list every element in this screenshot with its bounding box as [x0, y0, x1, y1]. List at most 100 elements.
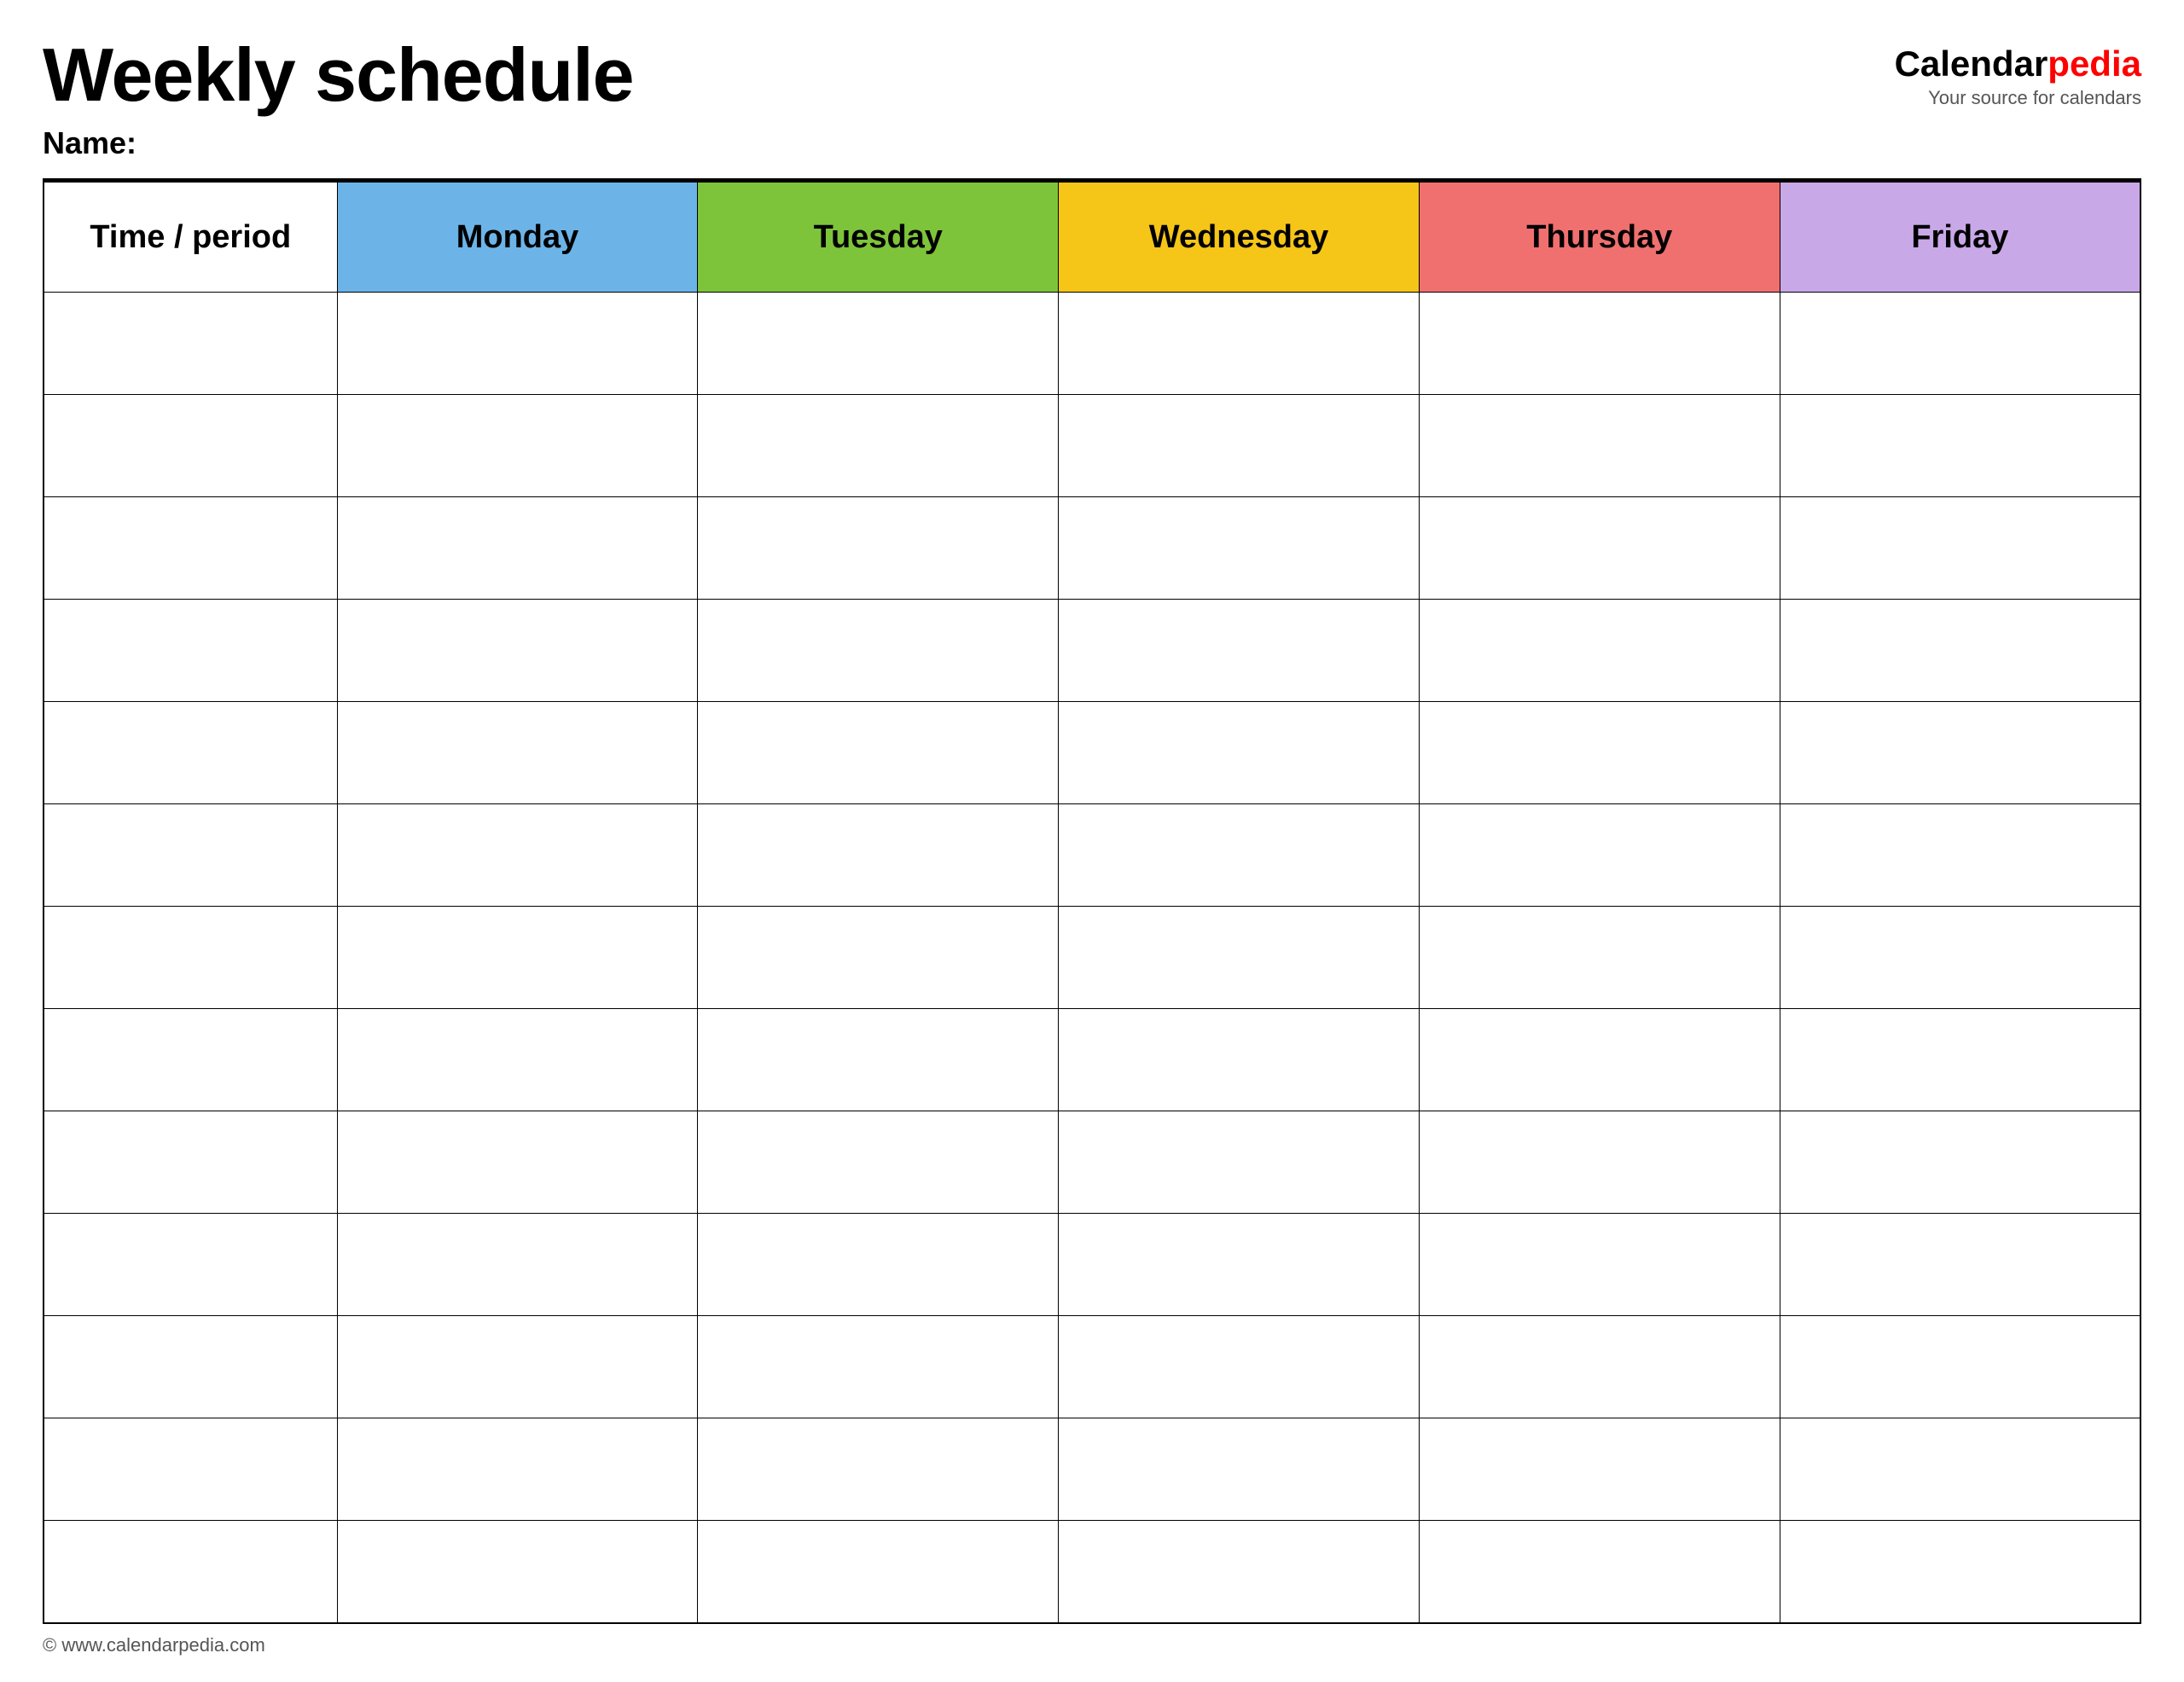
logo-pedia: pedia: [2048, 44, 2141, 84]
table-cell[interactable]: [1419, 395, 1780, 497]
table-row: [44, 600, 2140, 702]
schedule-table: Time / period Monday Tuesday Wednesday T…: [43, 181, 2141, 1624]
table-row: [44, 1111, 2140, 1214]
table-cell[interactable]: [44, 600, 337, 702]
table-cell[interactable]: [1780, 1111, 2140, 1214]
table-cell[interactable]: [1059, 804, 1420, 907]
table-cell[interactable]: [698, 804, 1059, 907]
table-cell[interactable]: [1780, 1316, 2140, 1418]
table-header-row: Time / period Monday Tuesday Wednesday T…: [44, 182, 2140, 293]
table-cell[interactable]: [44, 1418, 337, 1521]
table-cell[interactable]: [698, 907, 1059, 1009]
table-cell[interactable]: [337, 600, 698, 702]
table-cell[interactable]: [1780, 1521, 2140, 1623]
table-cell[interactable]: [44, 1521, 337, 1623]
table-cell[interactable]: [1419, 1316, 1780, 1418]
footer: © www.calendarpedia.com: [43, 1634, 2141, 1656]
table-cell[interactable]: [1419, 497, 1780, 600]
table-cell[interactable]: [698, 1316, 1059, 1418]
table-cell[interactable]: [1780, 293, 2140, 395]
footer-url: © www.calendarpedia.com: [43, 1634, 265, 1656]
table-cell[interactable]: [1780, 907, 2140, 1009]
table-cell[interactable]: [1419, 1214, 1780, 1316]
table-cell[interactable]: [1780, 1214, 2140, 1316]
logo-section: Calendarpedia Your source for calendars: [1895, 34, 2141, 109]
logo-calendar: Calendar: [1895, 44, 2048, 84]
table-cell[interactable]: [337, 1316, 698, 1418]
table-cell[interactable]: [1059, 1521, 1420, 1623]
table-cell[interactable]: [337, 1009, 698, 1111]
table-cell[interactable]: [698, 497, 1059, 600]
table-cell[interactable]: [1059, 497, 1420, 600]
table-cell[interactable]: [1780, 702, 2140, 804]
table-cell[interactable]: [337, 1111, 698, 1214]
table-cell[interactable]: [44, 1111, 337, 1214]
table-cell[interactable]: [698, 293, 1059, 395]
table-row: [44, 804, 2140, 907]
table-cell[interactable]: [44, 804, 337, 907]
table-cell[interactable]: [44, 497, 337, 600]
table-row: [44, 907, 2140, 1009]
col-header-friday: Friday: [1780, 182, 2140, 293]
col-header-time: Time / period: [44, 182, 337, 293]
table-cell[interactable]: [337, 702, 698, 804]
table-cell[interactable]: [698, 1214, 1059, 1316]
table-cell[interactable]: [44, 293, 337, 395]
table-cell[interactable]: [698, 702, 1059, 804]
table-cell[interactable]: [1059, 1316, 1420, 1418]
table-cell[interactable]: [1059, 293, 1420, 395]
table-cell[interactable]: [44, 1316, 337, 1418]
table-cell[interactable]: [337, 1521, 698, 1623]
table-cell[interactable]: [44, 1009, 337, 1111]
table-cell[interactable]: [1780, 804, 2140, 907]
table-cell[interactable]: [698, 395, 1059, 497]
table-cell[interactable]: [44, 907, 337, 1009]
table-cell[interactable]: [1780, 497, 2140, 600]
table-cell[interactable]: [1059, 395, 1420, 497]
table-cell[interactable]: [44, 1214, 337, 1316]
col-header-tuesday: Tuesday: [698, 182, 1059, 293]
col-header-monday: Monday: [337, 182, 698, 293]
table-cell[interactable]: [698, 1009, 1059, 1111]
table-cell[interactable]: [698, 1418, 1059, 1521]
table-cell[interactable]: [1059, 907, 1420, 1009]
table-cell[interactable]: [337, 1214, 698, 1316]
table-cell[interactable]: [1419, 907, 1780, 1009]
table-cell[interactable]: [1059, 1009, 1420, 1111]
table-cell[interactable]: [1059, 1214, 1420, 1316]
table-cell[interactable]: [337, 293, 698, 395]
table-cell[interactable]: [44, 702, 337, 804]
table-cell[interactable]: [1059, 1418, 1420, 1521]
title-section: Weekly schedule Name:: [43, 34, 1895, 161]
table-cell[interactable]: [1419, 804, 1780, 907]
table-cell[interactable]: [1419, 293, 1780, 395]
table-cell[interactable]: [337, 804, 698, 907]
table-cell[interactable]: [337, 1418, 698, 1521]
table-cell[interactable]: [1780, 395, 2140, 497]
table-cell[interactable]: [1059, 702, 1420, 804]
table-cell[interactable]: [337, 907, 698, 1009]
table-row: [44, 1316, 2140, 1418]
table-cell[interactable]: [1419, 1521, 1780, 1623]
table-cell[interactable]: [44, 395, 337, 497]
table-cell[interactable]: [1780, 1009, 2140, 1111]
table-cell[interactable]: [1780, 600, 2140, 702]
table-cell[interactable]: [1419, 600, 1780, 702]
logo-tagline: Your source for calendars: [1895, 87, 2141, 109]
table-cell[interactable]: [337, 395, 698, 497]
table-cell[interactable]: [1780, 1418, 2140, 1521]
table-cell[interactable]: [1419, 1009, 1780, 1111]
table-row: [44, 497, 2140, 600]
table-cell[interactable]: [698, 1521, 1059, 1623]
table-cell[interactable]: [1419, 1418, 1780, 1521]
table-row: [44, 1521, 2140, 1623]
table-cell[interactable]: [1419, 702, 1780, 804]
table-row: [44, 293, 2140, 395]
table-cell[interactable]: [1059, 600, 1420, 702]
table-cell[interactable]: [337, 497, 698, 600]
table-cell[interactable]: [698, 600, 1059, 702]
table-cell[interactable]: [698, 1111, 1059, 1214]
table-cell[interactable]: [1419, 1111, 1780, 1214]
table-cell[interactable]: [1059, 1111, 1420, 1214]
name-label: Name:: [43, 125, 1895, 161]
